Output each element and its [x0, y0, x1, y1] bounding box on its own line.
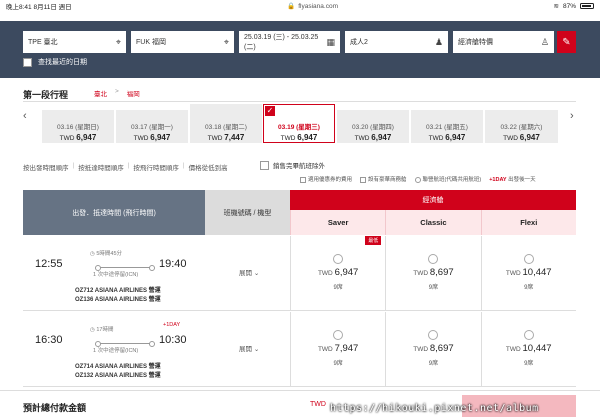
route-line — [95, 265, 155, 271]
sort-by-departure[interactable]: 按出發時間順序 — [23, 162, 69, 172]
coupon-icon — [300, 176, 306, 183]
flight-row: 12:55 ◷ 5時間45分 1 次中途停留(ICN) 19:40 OZ712 … — [23, 236, 576, 311]
date-field[interactable]: 25.03.19 (三) - 25.03.25 (二) ▦ — [239, 31, 340, 53]
fare-cell-classic[interactable]: TWD 8,697 9席 — [385, 236, 480, 311]
flight-row: 16:30 ◷ 17時間 1 次中途停留(ICN) +1DAY 10:30 OZ… — [23, 312, 576, 387]
stopover-info: 1 次中途停留(ICN) — [93, 272, 139, 278]
check-icon: ✓ — [265, 106, 275, 116]
chevron-down-icon: ⌄ — [253, 346, 260, 353]
date-tab-0322[interactable]: 03.22 (星期六) TWD 6,947 — [485, 110, 558, 143]
date-tab-0318[interactable]: 03.18 (星期二) TWD 7,447 — [190, 104, 262, 143]
calendar-icon: ▦ — [326, 36, 335, 47]
column-departure: 出發．抵達時間 (飛行時間) — [23, 190, 205, 235]
sort-options: 按出發時間順序 | 按抵達時間順序 | 按飛行時間順序 | 價格從低到高 — [23, 162, 228, 172]
departure-time: 12:55 — [35, 258, 63, 270]
cabin-field[interactable]: 經濟艙特價 ♙ — [453, 31, 554, 53]
passenger-field[interactable]: 成人2 ♟ — [345, 31, 448, 53]
legend: 適用優惠券的費用 設有豪華商務艙 聯營航班(代碼共用航班) +1DAY 出發後一… — [300, 175, 536, 183]
date-tab-0320[interactable]: 03.20 (星期四) TWD 6,947 — [337, 110, 409, 143]
battery-icon — [579, 3, 594, 9]
legend-business: 設有豪華商務艙 — [360, 175, 407, 183]
person-icon: ♟ — [434, 36, 443, 47]
date-tab-0319-selected[interactable]: ✓ 03.19 (星期三) TWD 6,947 — [263, 104, 335, 143]
fare-radio[interactable] — [523, 254, 534, 264]
location-pin-icon: ⌖ — [115, 36, 121, 47]
next-dates-arrow-icon[interactable]: › — [570, 110, 574, 122]
date-tab-0321[interactable]: 03.21 (星期五) TWD 6,947 — [411, 110, 483, 143]
exclude-soldout-checkbox[interactable] — [260, 160, 269, 170]
stopover-info: 1 次中途停留(ICN) — [93, 348, 139, 354]
prev-dates-arrow-icon[interactable]: ‹ — [23, 110, 27, 122]
url-display[interactable]: 🔒 flyasiana.com — [287, 2, 338, 11]
fare-radio[interactable] — [333, 330, 343, 340]
fare-cell-flexi[interactable]: TWD 10,447 9席 — [480, 312, 576, 387]
flight-segment-1: OZ714 ASIANA AIRLINES 營運 — [75, 364, 161, 370]
status-time: 晚上8:41 8月11日 週日 — [6, 4, 72, 11]
flight-duration: ◷ 17時間 — [90, 327, 114, 333]
fare-radio[interactable] — [428, 254, 439, 264]
breadcrumb: 臺北 > 福岡 — [94, 88, 140, 98]
expand-details-button[interactable]: 展開 ⌄ — [239, 267, 259, 277]
status-bar: 晚上8:41 8月11日 週日 🔒 flyasiana.com ≋ 87% — [0, 0, 600, 12]
origin-field[interactable]: TPE 臺北 ⌖ — [23, 31, 126, 53]
column-economy: 經濟艙 — [290, 190, 576, 210]
flight-segment-2: OZ136 ASIANA AIRLINES 營運 — [75, 297, 161, 303]
fare-saver-header: Saver — [290, 210, 386, 235]
divider — [23, 101, 576, 102]
chevron-down-icon: ⌄ — [253, 270, 260, 277]
location-pin-icon: ⌖ — [223, 36, 229, 47]
fare-radio[interactable] — [523, 330, 534, 340]
fare-radio[interactable] — [428, 330, 439, 340]
leg-title: 第一段行程 — [23, 90, 69, 100]
flight-segment-2: OZ132 ASIANA AIRLINES 營運 — [75, 373, 161, 379]
flight-table-header: 出發．抵達時間 (飛行時間) 班機號碼 / 機型 經濟艙 Saver Class… — [23, 190, 576, 235]
flight-duration: ◷ 5時間45分 — [90, 251, 123, 257]
expand-details-button[interactable]: 展開 ⌄ — [239, 343, 259, 353]
sort-by-arrival[interactable]: 按抵達時間順序 — [78, 162, 124, 172]
sort-by-price[interactable]: 價格從低到高 — [189, 162, 228, 172]
total-payment-label: 預計總付款金額 — [23, 403, 87, 413]
codeshare-icon — [414, 176, 421, 183]
lock-icon: 🔒 — [287, 3, 296, 10]
fare-radio[interactable] — [333, 254, 343, 264]
recent-dates-option[interactable]: 查找最近的日期 — [23, 57, 87, 67]
route-line — [95, 341, 155, 347]
arrival-time: 10:30 — [159, 334, 187, 346]
date-tab-0316[interactable]: 03.16 (星期日) TWD 6,947 — [42, 110, 114, 143]
fare-cell-saver[interactable]: 最低 TWD 6,947 9席 — [290, 236, 385, 311]
fare-cell-flexi[interactable]: TWD 10,447 9席 — [480, 236, 576, 311]
plus-day-badge: +1DAY — [163, 322, 181, 328]
date-tab-0317[interactable]: 03.17 (星期一) TWD 6,947 — [116, 110, 188, 143]
destination-field[interactable]: FUK 福岡 ⌖ — [131, 31, 234, 53]
lowest-price-badge: 最低 — [365, 236, 382, 245]
watermark: https://hikouki.pixnet.net/album — [330, 403, 539, 414]
seat-icon: ♙ — [540, 36, 549, 47]
fare-flexi-header: Flexi — [480, 210, 576, 235]
wifi-icon: ≋ — [553, 3, 559, 10]
legend-plusday: +1DAY 出發後一天 — [489, 177, 536, 183]
exclude-soldout-option[interactable]: 銷售完畢航班除外 — [260, 160, 325, 170]
search-bar: TPE 臺北 ⌖ FUK 福岡 ⌖ 25.03.19 (三) - 25.03.25 … — [0, 21, 600, 78]
total-currency: TWD — [310, 401, 326, 408]
departure-time: 16:30 — [35, 334, 63, 346]
column-flight: 班機號碼 / 機型 — [205, 190, 290, 235]
arrival-time: 19:40 — [159, 258, 187, 270]
fare-cell-classic[interactable]: TWD 8,697 9席 — [385, 312, 480, 387]
flight-segment-1: OZ712 ASIANA AIRLINES 營運 — [75, 288, 161, 294]
status-right: ≋ 87% — [554, 2, 594, 10]
fare-classic-header: Classic — [385, 210, 481, 235]
sort-by-duration[interactable]: 按飛行時間順序 — [133, 162, 179, 172]
legend-codeshare: 聯營航班(代碼共用航班) — [414, 175, 481, 183]
fare-cell-saver[interactable]: TWD 7,947 9席 — [290, 312, 385, 387]
legend-discount: 適用優惠券的費用 — [300, 175, 352, 183]
business-seat-icon — [360, 176, 367, 183]
recent-dates-checkbox[interactable] — [23, 57, 32, 67]
pencil-icon: ✎ — [562, 36, 571, 48]
edit-search-button[interactable]: ✎ — [557, 31, 576, 53]
